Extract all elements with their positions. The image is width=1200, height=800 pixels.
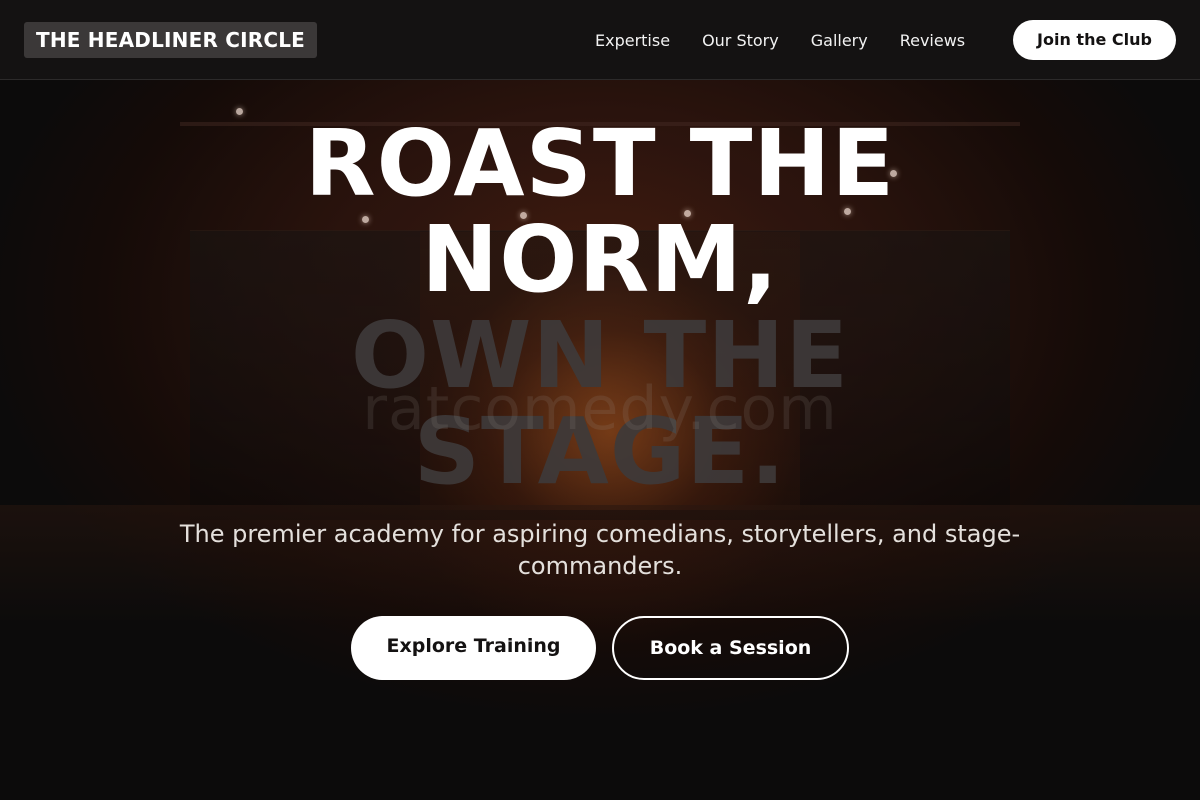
- book-session-button[interactable]: Book a Session: [612, 616, 849, 680]
- nav-links: Expertise Our Story Gallery Reviews: [595, 0, 997, 80]
- nav-link-gallery[interactable]: Gallery: [811, 31, 868, 50]
- hero-subtitle: The premier academy for aspiring comedia…: [179, 520, 1021, 580]
- headline-line: NORM,: [421, 206, 779, 313]
- explore-training-button[interactable]: Explore Training: [351, 616, 596, 680]
- nav-link-our-story[interactable]: Our Story: [702, 31, 779, 50]
- watermark: ratcomedy.com: [362, 374, 838, 444]
- site-logo[interactable]: THE HEADLINER CIRCLE: [24, 22, 318, 58]
- join-club-button[interactable]: Join the Club: [1013, 20, 1176, 60]
- stage-light: [236, 108, 243, 115]
- nav-link-reviews[interactable]: Reviews: [900, 31, 965, 50]
- navbar: THE HEADLINER CIRCLE Expertise Our Story…: [0, 0, 1200, 80]
- nav-link-expertise[interactable]: Expertise: [595, 31, 670, 50]
- headline-line: ROAST THE: [304, 110, 896, 217]
